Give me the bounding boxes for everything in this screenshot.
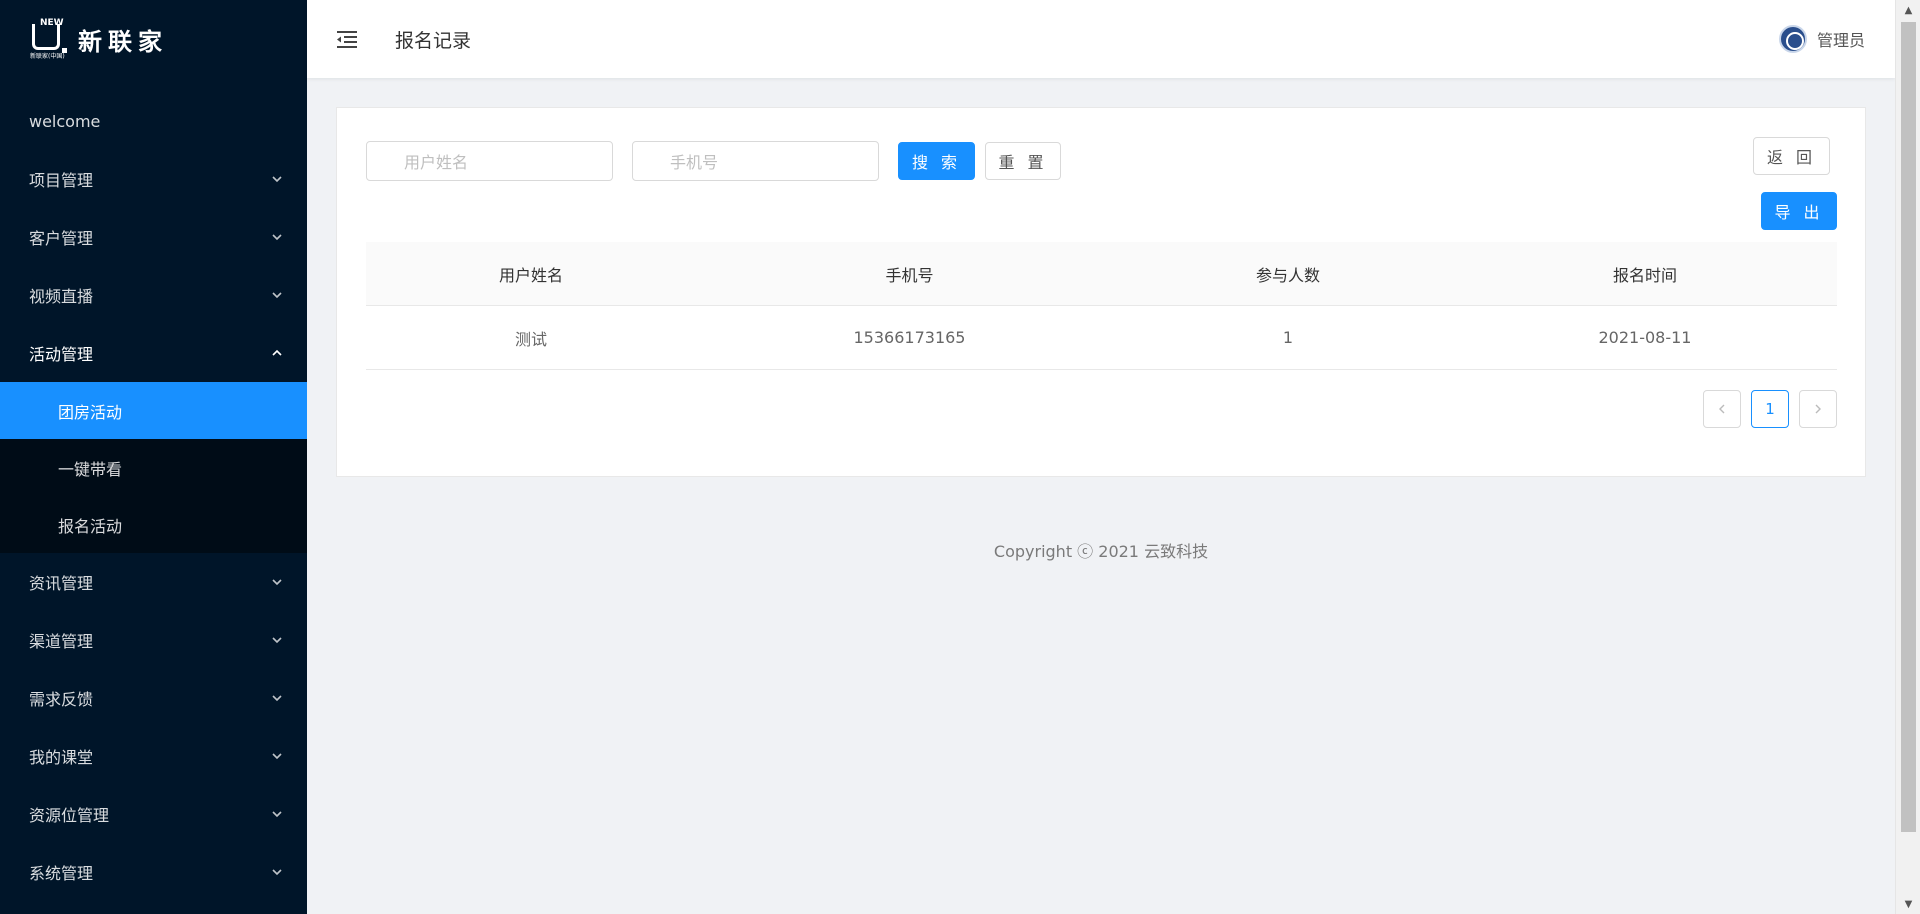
sidebar-item-activities[interactable]: 活动管理 [0,324,307,382]
page-1-button[interactable]: 1 [1751,390,1789,428]
scrollbar-thumb[interactable] [1901,22,1916,832]
copyright-footer: Copyright ⓒ 2021 云致科技 [993,542,1209,561]
sidebar-item-label: 渠道管理 [29,632,94,651]
user-name: 管理员 [1816,31,1865,50]
back-button[interactable]: 返 回 [1753,137,1830,175]
column-header-participants: 参与人数 [1255,265,1320,285]
cell-username: 测试 [514,329,547,349]
records-table: 用户姓名 手机号 参与人数 报名时间 测试 15366173165 1 2021… [366,242,1837,370]
column-header-signup-time: 报名时间 [1612,265,1677,285]
sidebar-subitem-one-click-viewing[interactable]: 一键带看 [0,439,307,496]
logo-new-text: NEW [40,18,64,28]
sidebar-menu: welcome 项目管理 客户管理 视频直播 活动管理 团房活动 一键带看 报名… [0,92,307,901]
sidebar-subitem-group-house[interactable]: 团房活动 [0,382,307,439]
cell-participants: 1 [1282,328,1294,347]
chevron-down-icon [269,229,285,245]
sidebar-subitem-label: 报名活动 [58,516,123,536]
prev-page-button[interactable] [1703,390,1741,428]
sidebar-subitem-label: 团房活动 [58,402,123,422]
sidebar-item-label: 视频直播 [29,287,94,306]
sidebar-item-channels[interactable]: 渠道管理 [0,611,307,669]
sidebar-item-label: 我的课堂 [29,748,94,767]
sidebar-item-projects[interactable]: 项目管理 [0,150,307,208]
column-header-phone: 手机号 [885,265,934,285]
brand-name: 新联家 [78,27,168,56]
avatar [1778,25,1807,53]
chevron-left-icon [1719,404,1725,414]
chevron-down-icon [269,806,285,822]
chevron-right-icon [1815,404,1821,414]
sidebar-item-label: 资讯管理 [29,574,94,593]
sidebar-item-system[interactable]: 系统管理 [0,843,307,901]
chevron-down-icon [269,287,285,303]
sidebar-item-classroom[interactable]: 我的课堂 [0,727,307,785]
next-page-button[interactable] [1799,390,1837,428]
table-header: 用户姓名 手机号 参与人数 报名时间 [366,242,1837,306]
phone-search-input[interactable]: 手机号 [632,141,879,181]
sidebar-item-label: 客户管理 [29,229,94,248]
chevron-down-icon [269,748,285,764]
reset-button[interactable]: 重 置 [985,142,1061,180]
top-header: 报名记录 管理员 [307,0,1895,78]
sidebar-item-feedback[interactable]: 需求反馈 [0,669,307,727]
sidebar-item-welcome[interactable]: welcome [0,92,307,150]
chevron-down-icon [269,632,285,648]
brand-logo-icon: NEW 新联家(中国) [30,18,67,60]
records-card: 用户姓名 手机号 搜 索 重 置 返 回 导 出 用户姓名 手机号 参与人数 报… [336,107,1866,477]
sidebar-subitem-label: 一键带看 [58,459,123,479]
chevron-down-icon [269,690,285,706]
menu-fold-icon[interactable] [335,27,359,51]
cell-signup-time: 2021-08-11 [1598,328,1692,347]
user-menu[interactable]: 管理员 [1778,0,1865,78]
chevron-down-icon [269,171,285,187]
sidebar: NEW 新联家(中国) 新联家 welcome 项目管理 客户管理 视频直播 活… [0,0,307,914]
column-header-username: 用户姓名 [498,265,563,285]
logo-sub-text: 新联家(中国) [30,53,65,60]
sidebar-item-label: 项目管理 [29,171,94,190]
sidebar-item-label: 需求反馈 [29,690,94,709]
chevron-down-icon [269,574,285,590]
cell-phone: 15366173165 [853,328,966,347]
export-button[interactable]: 导 出 [1761,192,1837,230]
sidebar-item-label: 资源位管理 [29,806,110,825]
sidebar-item-news[interactable]: 资讯管理 [0,553,307,611]
sidebar-subitem-signup-activities[interactable]: 报名活动 [0,496,307,553]
page-title: 报名记录 [395,29,472,52]
sidebar-item-resource-slots[interactable]: 资源位管理 [0,785,307,843]
sidebar-item-label: 系统管理 [29,864,94,883]
sidebar-item-label: welcome [29,111,101,131]
activities-submenu: 团房活动 一键带看 报名活动 [0,382,307,553]
scroll-up-arrow-icon[interactable]: ▲ [1896,0,1920,20]
chevron-down-icon [269,864,285,880]
sidebar-item-label: 活动管理 [29,345,94,364]
page-scrollbar[interactable]: ▲ ▼ [1895,0,1920,914]
logo[interactable]: NEW 新联家(中国) 新联家 [0,0,307,78]
sidebar-item-customers[interactable]: 客户管理 [0,208,307,266]
scroll-down-arrow-icon[interactable]: ▼ [1896,894,1920,914]
table-row: 测试 15366173165 1 2021-08-11 [366,306,1837,370]
sidebar-item-live-video[interactable]: 视频直播 [0,266,307,324]
search-button[interactable]: 搜 索 [898,142,975,180]
chevron-up-icon [269,345,285,361]
username-search-input[interactable]: 用户姓名 [366,141,613,181]
